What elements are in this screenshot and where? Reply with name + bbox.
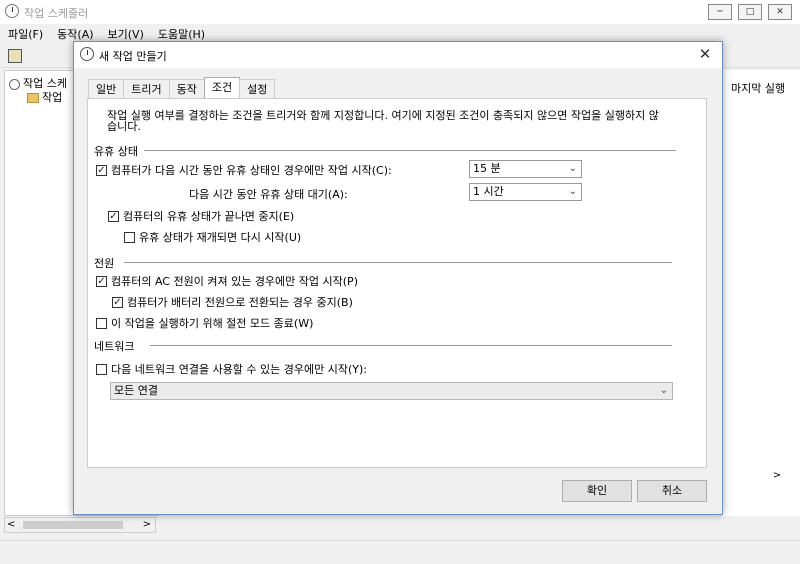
start-if-idle-option[interactable]: ✓ 컴퓨터가 다음 시간 동안 유휴 상태인 경우에만 작업 시작(C): — [96, 162, 392, 178]
group-label-power: 전원 — [94, 257, 115, 270]
network-connection-value: 모든 연결 — [114, 384, 158, 397]
group-label-idle: 유휴 상태 — [94, 145, 138, 158]
idle-duration-select[interactable]: 15 분 ⌄ — [469, 160, 582, 178]
folder-icon — [27, 93, 39, 103]
stop-if-not-idle-label: 컴퓨터의 유휴 상태가 끝나면 중지(E) — [123, 210, 295, 223]
tab-conditions[interactable]: 조건 — [203, 77, 241, 99]
tab-triggers[interactable]: 트리거 — [123, 79, 170, 99]
tab-settings[interactable]: 설정 — [239, 79, 276, 99]
menu-view[interactable]: 보기(V) — [108, 26, 144, 42]
chevron-down-icon: ⌄ — [659, 385, 668, 396]
stop-on-battery-checkbox[interactable]: ✓ — [112, 296, 123, 308]
dialog-close-button[interactable]: ✕ — [696, 45, 714, 63]
require-network-checkbox[interactable] — [96, 363, 107, 375]
tree-item-library-label: 작업 — [42, 91, 63, 104]
conditions-panel: 작업 실행 여부를 결정하는 조건을 트리거와 함께 지정합니다. 여기에 지정… — [87, 98, 707, 468]
stop-if-not-idle-checkbox[interactable]: ✓ — [108, 210, 119, 222]
require-network-option[interactable]: 다음 네트워크 연결을 사용할 수 있는 경우에만 시작(Y): — [96, 361, 367, 377]
start-if-idle-label: 컴퓨터가 다음 시간 동안 유휴 상태인 경우에만 작업 시작(C): — [111, 164, 392, 177]
scroll-right-arrow-icon[interactable]: > — [768, 470, 786, 488]
stop-on-battery-label: 컴퓨터가 배터리 전원으로 전환되는 경우 중지(B) — [127, 296, 353, 309]
scroll-left-arrow-icon[interactable]: < — [7, 519, 15, 530]
ok-button[interactable]: 확인 — [562, 480, 632, 502]
restart-if-idle-label: 유휴 상태가 재개되면 다시 시작(U) — [139, 231, 302, 244]
menu-file[interactable]: 파일(F) — [8, 26, 43, 42]
stop-on-battery-option[interactable]: ✓ 컴퓨터가 배터리 전원으로 전환되는 경우 중지(B) — [112, 294, 353, 310]
network-connection-select[interactable]: 모든 연결 ⌄ — [110, 382, 673, 400]
stop-if-not-idle-option[interactable]: ✓ 컴퓨터의 유휴 상태가 끝나면 중지(E) — [108, 208, 294, 224]
menu-action[interactable]: 동작(A) — [57, 26, 93, 42]
group-label-network: 네트워크 — [94, 340, 135, 353]
maximize-button[interactable]: □ — [738, 4, 762, 20]
cancel-button[interactable]: 취소 — [637, 480, 707, 502]
tab-actions[interactable]: 동작 — [168, 79, 205, 99]
dialog-title: 새 작업 만들기 — [99, 50, 167, 63]
tree-item-library[interactable]: 작업 — [27, 89, 62, 105]
column-header-last-run[interactable]: 마지막 실행 — [731, 80, 785, 96]
wait-idle-label: 다음 시간 동안 유휴 상태 대기(A): — [189, 188, 348, 201]
clock-icon — [80, 47, 94, 61]
chevron-down-icon: ⌄ — [568, 163, 577, 174]
status-bar — [0, 540, 800, 564]
close-button[interactable]: ✕ — [768, 4, 792, 20]
restart-if-idle-checkbox[interactable] — [124, 231, 135, 243]
ac-power-label: 컴퓨터의 AC 전원이 켜져 있는 경우에만 작업 시작(P) — [111, 275, 358, 288]
minimize-button[interactable]: ─ — [708, 4, 732, 20]
chevron-down-icon: ⌄ — [568, 186, 577, 197]
horizontal-scrollbar[interactable]: < > — [4, 517, 156, 533]
group-divider — [144, 150, 676, 151]
ac-power-option[interactable]: ✓ 컴퓨터의 AC 전원이 켜져 있는 경우에만 작업 시작(P) — [96, 273, 358, 289]
conditions-description: 작업 실행 여부를 결정하는 조건을 트리거와 함께 지정합니다. 여기에 지정… — [107, 109, 659, 133]
clock-icon — [9, 78, 20, 90]
idle-duration-value: 15 분 — [473, 162, 501, 175]
create-task-dialog: 새 작업 만들기 ✕ 일반 트리거 동작 조건 설정 작업 실행 여부를 결정하… — [73, 41, 723, 515]
ac-power-checkbox[interactable]: ✓ — [96, 275, 107, 287]
group-divider — [150, 345, 672, 346]
tab-strip: 일반 트리거 동작 조건 설정 — [88, 77, 276, 99]
scroll-right-arrow-icon[interactable]: > — [143, 519, 151, 530]
window-titlebar: 작업 스케줄러 ─ □ ✕ — [0, 0, 800, 24]
menu-help[interactable]: 도움말(H) — [158, 26, 205, 42]
require-network-label: 다음 네트워크 연결을 사용할 수 있는 경우에만 시작(Y): — [111, 363, 368, 376]
scrollbar-thumb[interactable] — [23, 521, 123, 529]
tab-general[interactable]: 일반 — [88, 79, 125, 99]
restart-if-idle-option[interactable]: 유휴 상태가 재개되면 다시 시작(U) — [124, 229, 301, 245]
window-title: 작업 스케줄러 — [24, 7, 89, 20]
task-scheduler-icon — [5, 4, 19, 18]
dialog-titlebar: 새 작업 만들기 ✕ — [74, 42, 722, 68]
start-if-idle-checkbox[interactable]: ✓ — [96, 164, 107, 176]
wake-to-run-label: 이 작업을 실행하기 위해 절전 모드 종료(W) — [111, 317, 314, 330]
wait-duration-value: 1 시간 — [473, 185, 504, 198]
wake-to-run-option[interactable]: 이 작업을 실행하기 위해 절전 모드 종료(W) — [96, 315, 313, 331]
group-divider — [124, 262, 672, 263]
wake-to-run-checkbox[interactable] — [96, 317, 107, 329]
wait-duration-select[interactable]: 1 시간 ⌄ — [469, 183, 582, 201]
properties-icon[interactable] — [8, 49, 22, 63]
task-list-pane: 마지막 실행 — [720, 70, 800, 516]
